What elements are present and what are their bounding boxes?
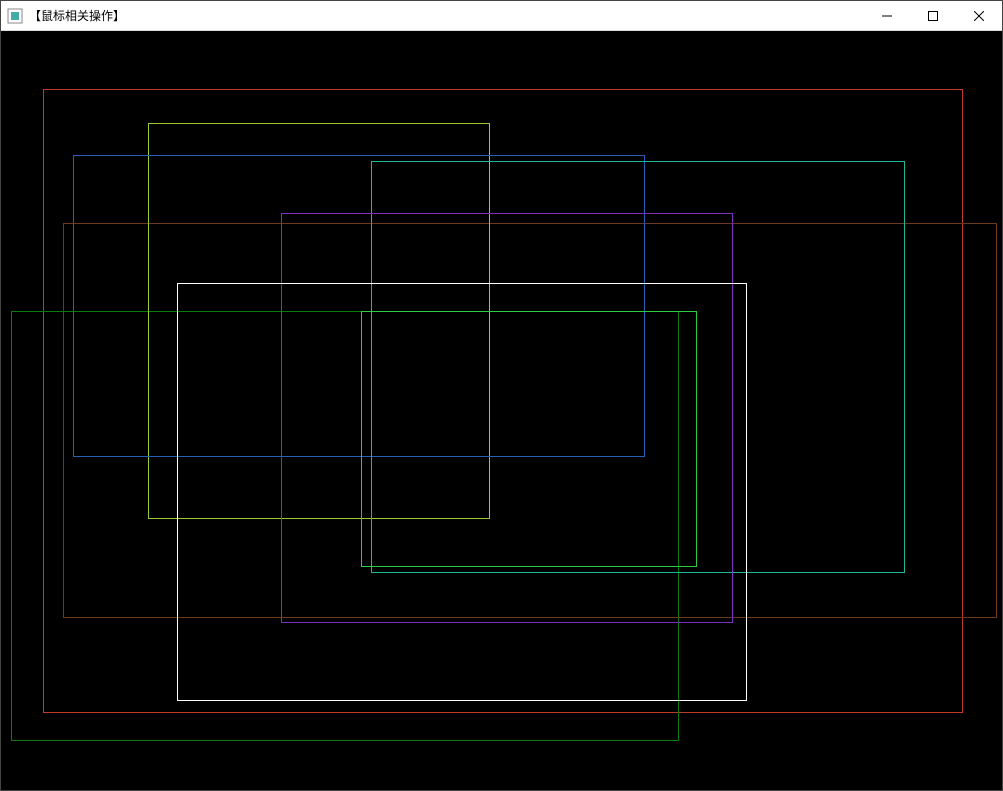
rect-green xyxy=(361,311,697,567)
maximize-button[interactable] xyxy=(910,1,956,30)
minimize-button[interactable] xyxy=(864,1,910,30)
app-window: 【鼠标相关操作】 xyxy=(0,0,1003,791)
drawing-canvas[interactable] xyxy=(1,31,1002,790)
window-controls xyxy=(864,1,1002,30)
titlebar[interactable]: 【鼠标相关操作】 xyxy=(1,1,1002,31)
close-button[interactable] xyxy=(956,1,1002,30)
app-icon xyxy=(7,8,23,24)
window-title: 【鼠标相关操作】 xyxy=(29,7,864,24)
